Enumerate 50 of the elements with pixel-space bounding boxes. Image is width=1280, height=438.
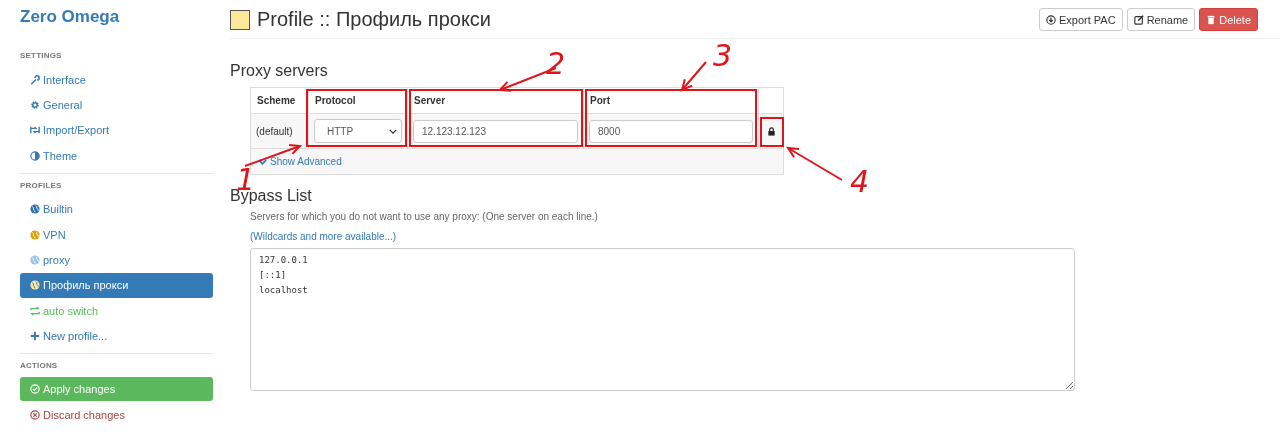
sidebar-item[interactable]: General (20, 92, 213, 118)
discard-changes-button[interactable]: Discard changes (20, 400, 125, 421)
arrow (786, 146, 843, 181)
sidebar-item[interactable]: Профиль прокси (20, 272, 213, 299)
wrench-icon (30, 74, 40, 85)
download-icon (1045, 14, 1056, 25)
sidebar-item[interactable]: Builtin (20, 196, 213, 222)
lock-icon (766, 126, 776, 136)
chevron-down-icon (258, 158, 267, 165)
trash-icon (1206, 14, 1217, 25)
sidebar-item[interactable]: auto switch (20, 298, 213, 324)
highlight-frame (760, 117, 784, 147)
cancel-circle-icon (30, 409, 40, 420)
delete-button[interactable]: Delete (1199, 8, 1258, 31)
app-title: Zero Omega (20, 7, 121, 28)
column-header: Port (583, 87, 759, 114)
column-header: Server (407, 87, 584, 114)
sidebar-item[interactable]: VPN (20, 221, 213, 248)
annotation-number: 3 (713, 38, 733, 73)
description-text: Servers for which you do not want to use any proxy: (One server on each line.) (250, 211, 599, 222)
transfer-icon (30, 125, 40, 136)
apply-changes-button[interactable]: Apply changes (20, 376, 213, 401)
section-heading: PROFILES (20, 180, 63, 190)
chevron-down-icon (389, 128, 397, 134)
column-header: Scheme (250, 87, 309, 114)
sidebar-item[interactable]: proxy (20, 247, 213, 273)
protocol-select[interactable]: HTTP (314, 119, 402, 143)
port-field[interactable]: 8000 (589, 119, 753, 143)
wildcards-link[interactable]: (Wildcards and more available...) (250, 231, 397, 242)
show-advanced-link[interactable]: Show Advanced (256, 149, 342, 174)
plus-icon (30, 331, 40, 342)
sidebar-item[interactable]: Import/Export (20, 117, 213, 144)
column-header: Protocol (308, 87, 408, 114)
edit-icon (1133, 14, 1144, 25)
gear-icon (30, 100, 40, 111)
section-title: Proxy servers (230, 62, 328, 80)
export-pac-button[interactable]: Export PAC (1038, 8, 1123, 31)
contrast-icon (30, 150, 40, 161)
arrow (680, 61, 707, 92)
rename-button[interactable]: Rename (1126, 8, 1196, 31)
check-circle-icon (30, 383, 40, 394)
sidebar-item[interactable]: New profile... (20, 323, 213, 349)
section-heading: SETTINGS (20, 51, 63, 60)
sidebar-item[interactable]: Interface (20, 67, 213, 93)
bypass-list-field[interactable]: 127.0.0.1 [::1] localhost (250, 248, 1075, 391)
server-field[interactable]: 12.123.12.123 (413, 119, 578, 143)
sidebar-item[interactable]: Theme (20, 143, 213, 169)
page-title: Profile :: Профиль прокси (257, 8, 493, 31)
annotation-number: 4 (850, 164, 870, 199)
section-heading: ACTIONS (20, 360, 59, 370)
